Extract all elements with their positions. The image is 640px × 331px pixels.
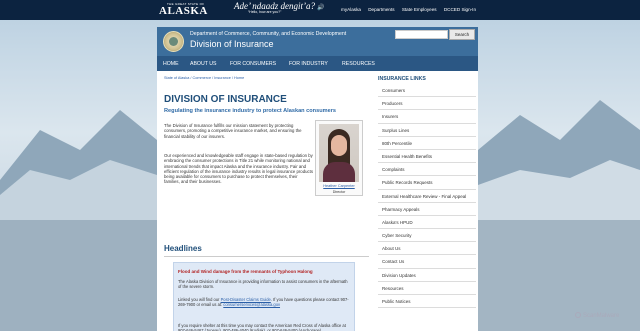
sidebar-item-essential-health-benefits[interactable]: Essential Health Benefits	[378, 150, 476, 164]
top-links: myAlaska Departments State Employees DCC…	[335, 7, 476, 12]
sidebar-item-insurers[interactable]: Insurers	[378, 110, 476, 124]
native-greeting: Ade’ ndaadz dengit’a? 🔊 “Hello, how are y…	[234, 1, 324, 14]
link-dcced-sign-in[interactable]: DCCED Sign-In	[444, 7, 476, 12]
director-card: Heather Carpenter Director	[315, 120, 363, 196]
nav-resources[interactable]: RESOURCES	[342, 61, 375, 67]
department-name: Department of Commerce, Community, and E…	[190, 31, 347, 37]
nav-home[interactable]: HOME	[163, 61, 179, 67]
divider	[164, 256, 369, 257]
sidebar-item-division-updates[interactable]: Division Updates	[378, 269, 476, 282]
page-subtitle: Regulating the insurance industry to pro…	[164, 108, 336, 114]
sidebar-item-public-records[interactable]: Public Records Requests	[378, 176, 476, 190]
division-name[interactable]: Division of Insurance	[190, 39, 274, 49]
shelter-paragraph: If you require shelter at this time you …	[178, 323, 346, 331]
director-role: Director	[332, 190, 346, 194]
sidebar-item-public-notices[interactable]: Public Notices	[378, 295, 476, 309]
nav-for-consumers[interactable]: FOR CONSUMERS	[230, 61, 276, 67]
link-myalaska[interactable]: myAlaska	[341, 7, 361, 12]
breadcrumb[interactable]: State of Alaska / Commerce / Insurance /…	[164, 76, 244, 80]
alert-contact-paragraph: Linked you will find our Post-Disaster C…	[178, 297, 350, 307]
sidebar-item-surplus-lines[interactable]: Surplus Lines	[378, 124, 476, 137]
director-photo	[319, 124, 359, 182]
link-state-employees[interactable]: State Employees	[402, 7, 437, 12]
nav-for-industry[interactable]: FOR INDUSTRY	[289, 61, 328, 67]
insurance-links-sidebar: INSURANCE LINKS Consumers Producers Insu…	[376, 71, 478, 331]
search-button[interactable]: Search	[449, 29, 475, 40]
sidebar-item-hpud[interactable]: Alaska's HPUD	[378, 216, 476, 230]
watermark-icon	[575, 312, 581, 318]
alert-title: Flood and Wind damage from the remnants …	[178, 269, 313, 274]
site-header: Department of Commerce, Community, and E…	[157, 27, 478, 56]
logo-wordmark: ALASKA	[159, 5, 208, 17]
director-name-link[interactable]: Heather Carpenter	[316, 184, 362, 188]
sidebar-item-producers[interactable]: Producers	[378, 97, 476, 111]
main-nav: HOME ABOUT US FOR CONSUMERS FOR INDUSTRY…	[157, 56, 478, 71]
nav-about-us[interactable]: ABOUT US	[190, 61, 216, 67]
sidebar-list: Consumers Producers Insurers Surplus Lin…	[378, 84, 476, 309]
sidebar-item-cyber-security[interactable]: Cyber Security	[378, 229, 476, 243]
sidebar-item-consumers[interactable]: Consumers	[378, 84, 476, 98]
link-departments[interactable]: Departments	[368, 7, 394, 12]
sidebar-item-pharmacy-appeals[interactable]: Pharmacy Appeals	[378, 203, 476, 216]
sidebar-item-about-us[interactable]: About Us	[378, 242, 476, 256]
alaska-logo[interactable]: THE GREAT STATE OF ALASKA	[159, 2, 209, 18]
alert-paragraph: The Alaska Division of Insurance is prov…	[178, 279, 348, 290]
intro-paragraph: The Division of Insurance fulfills our m…	[164, 123, 302, 139]
sidebar-item-resources[interactable]: Resources	[378, 282, 476, 295]
dcced-seal-icon[interactable]	[163, 31, 184, 52]
speaker-icon[interactable]: 🔊	[317, 4, 324, 11]
sidebar-heading: INSURANCE LINKS	[378, 76, 426, 82]
sidebar-item-80th-percentile[interactable]: 80th Percentile	[378, 137, 476, 150]
regulation-paragraph: Our experienced and knowledgeable staff …	[164, 153, 313, 185]
state-top-bar: THE GREAT STATE OF ALASKA Ade’ ndaadz de…	[0, 0, 640, 20]
search-input[interactable]	[395, 30, 448, 39]
sidebar-item-complaints[interactable]: Complaints	[378, 163, 476, 177]
headlines-heading: Headlines	[164, 244, 202, 253]
watermark-text: ScanMalware	[583, 313, 620, 319]
sidebar-item-external-review[interactable]: External Healthcare Review - Final Appea…	[378, 190, 476, 203]
sidebar-item-contact-us[interactable]: Contact Us	[378, 255, 476, 269]
watermark: ScanMalware	[575, 312, 619, 319]
page-title: DIVISION OF INSURANCE	[164, 94, 287, 105]
consumer-services-email-link[interactable]: consumerservices@alaska.gov	[223, 302, 280, 307]
page-card: Department of Commerce, Community, and E…	[157, 27, 478, 331]
typhoon-alert-box: Flood and Wind damage from the remnants …	[173, 262, 355, 331]
